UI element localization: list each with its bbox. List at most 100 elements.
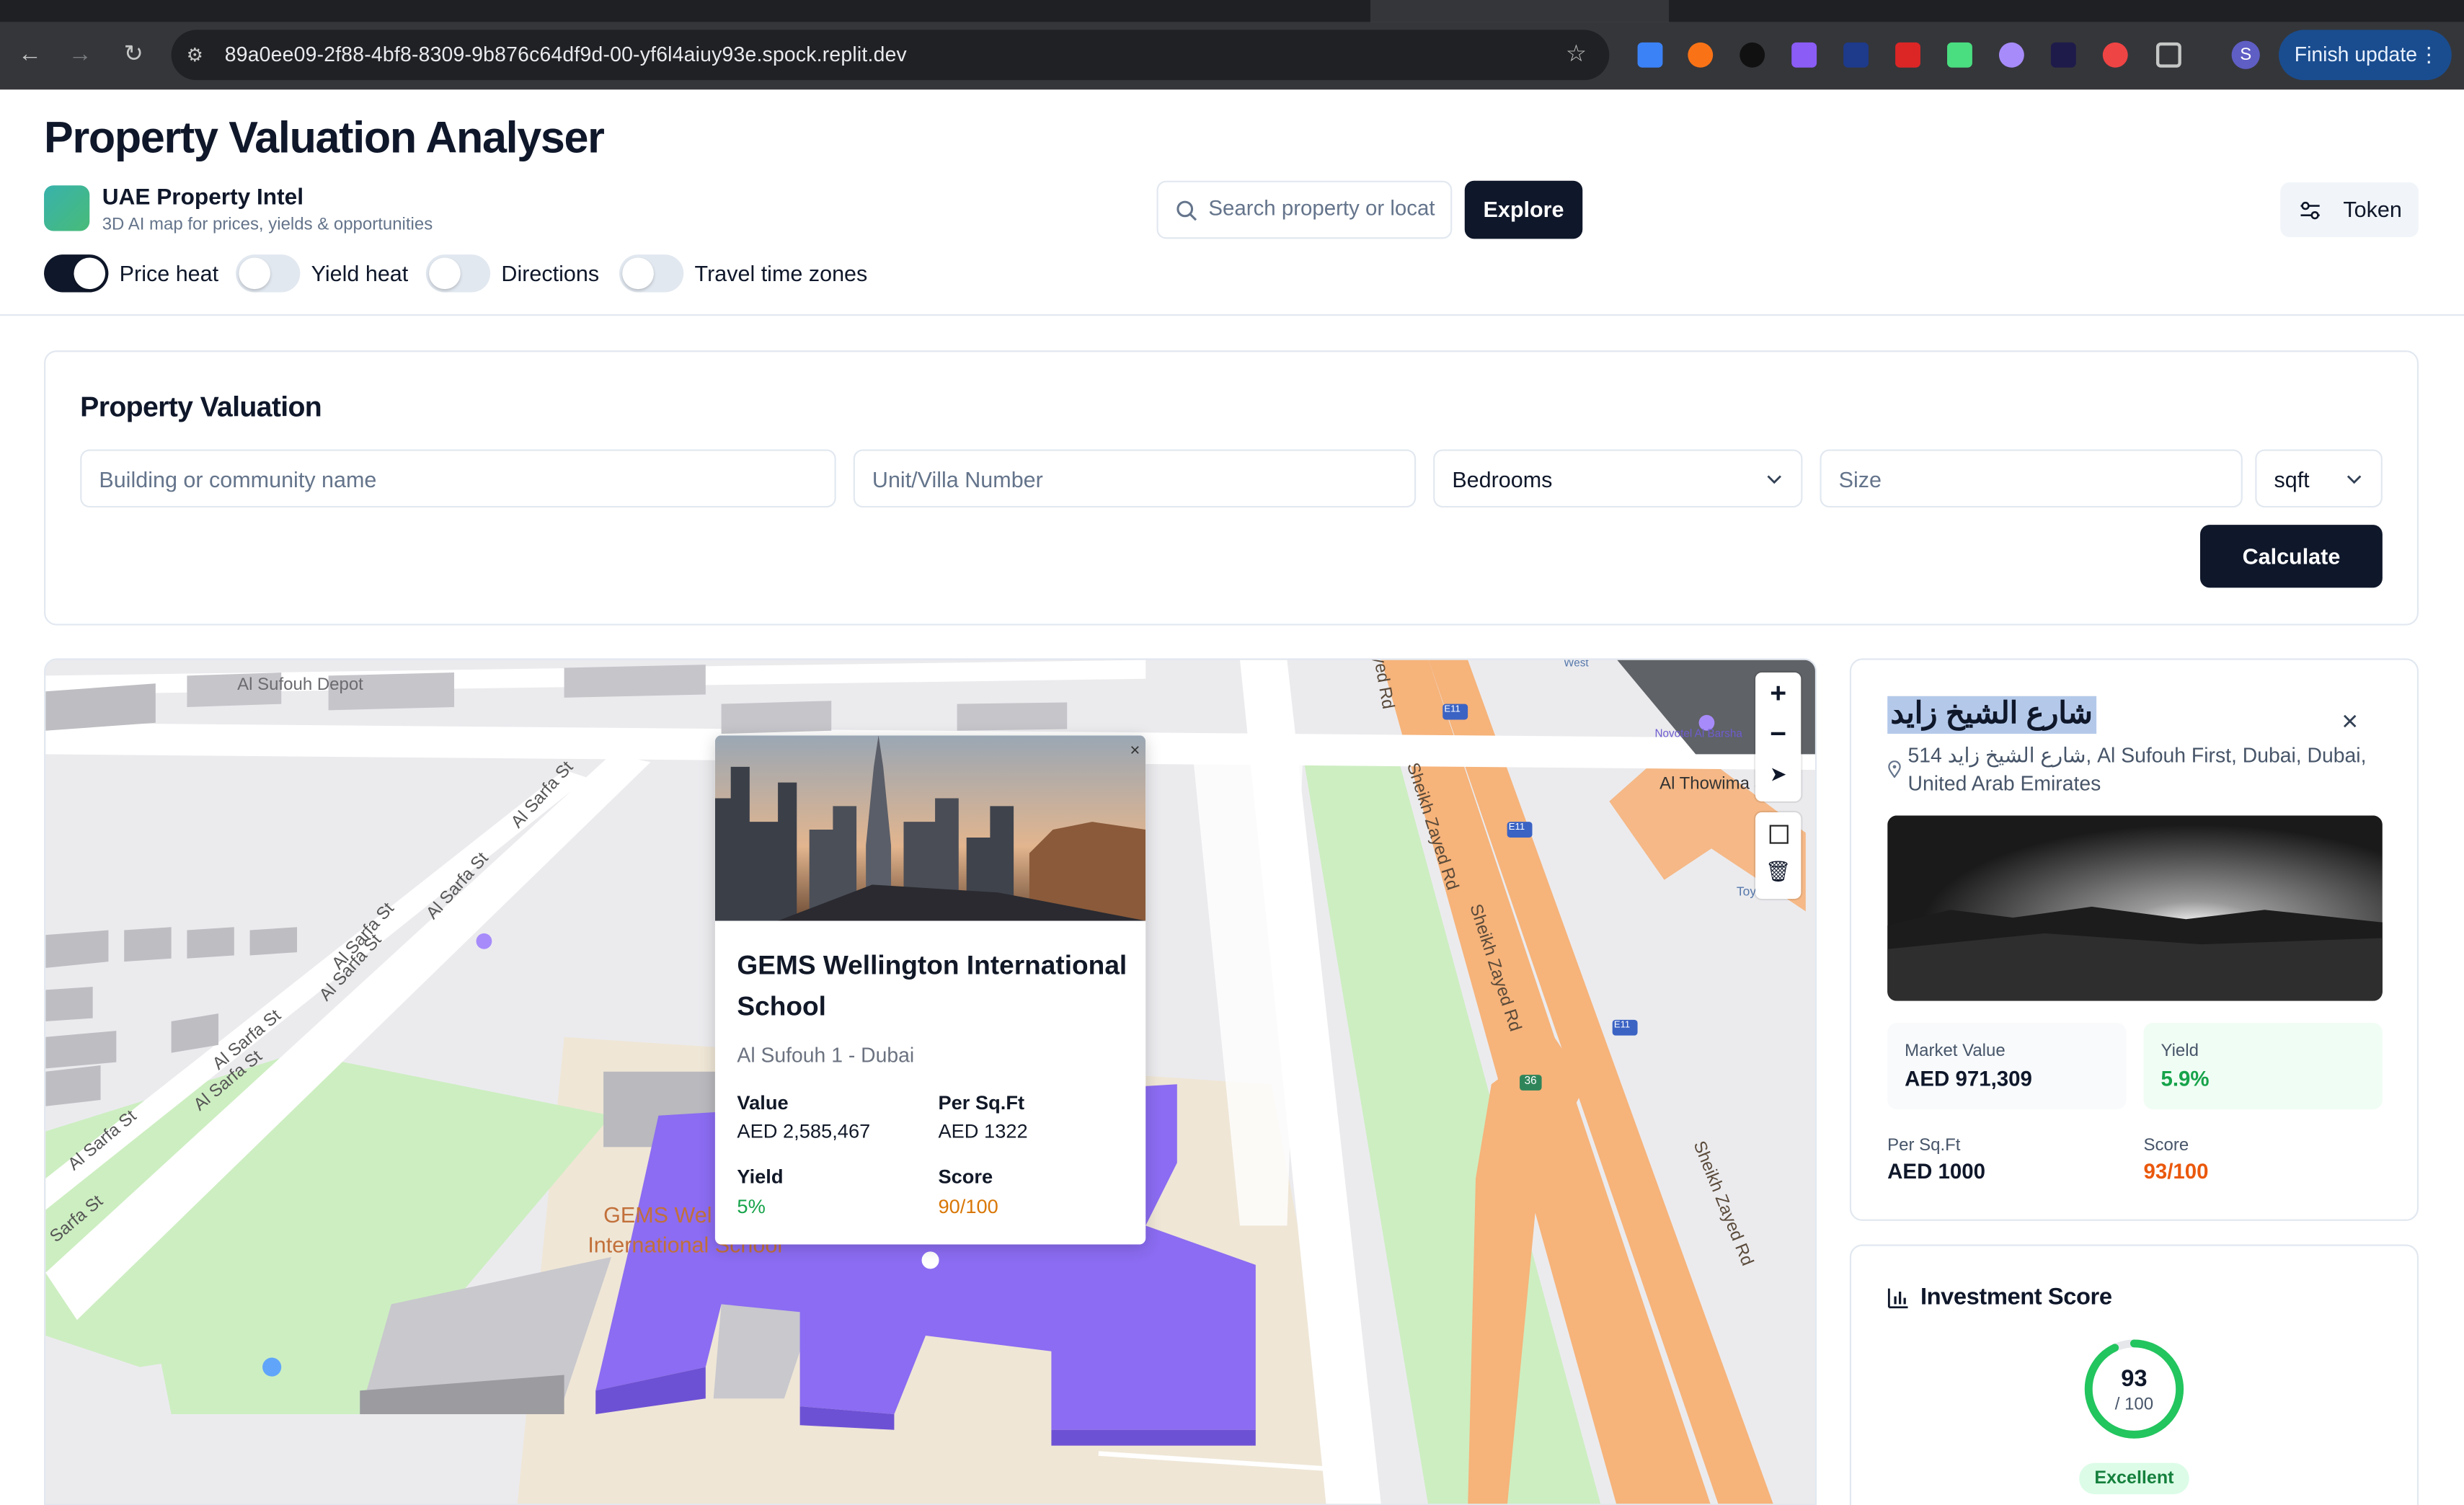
location-name: شارع الشيخ زايد <box>1887 696 2096 734</box>
reload-icon[interactable]: ↻ <box>121 42 146 68</box>
extensions-puzzle-icon[interactable] <box>2155 42 2181 68</box>
map-label: E11 <box>1508 823 1525 833</box>
bar-chart-icon <box>1887 1288 1908 1309</box>
popup-title: GEMS Wellington International School <box>737 950 1127 1021</box>
finish-update-label: Finish update <box>2294 42 2417 66</box>
zoom-out-icon[interactable]: − <box>1755 718 1801 751</box>
zoom-controls: + − ➤ <box>1755 672 1802 802</box>
map-label: E11 <box>1613 1021 1631 1031</box>
market-value: AED 971,309 <box>1905 1067 2032 1091</box>
back-icon[interactable]: ← <box>17 42 43 68</box>
location-address: 514 شارع الشيخ زايد, Al Sufouh First, Du… <box>1907 743 2367 796</box>
pin-icon <box>1888 760 1901 778</box>
map-label: Al Sufouh Depot <box>237 675 363 695</box>
toggle-label-directions: Directions <box>501 260 600 286</box>
url-text[interactable]: 89a0ee09-2f88-4bf8-8309-9b876c64df9d-00-… <box>225 43 907 66</box>
popup-persqft-label: Per Sq.Ft <box>938 1092 1025 1114</box>
search-input[interactable] <box>1208 196 1445 221</box>
header-divider <box>0 314 2464 316</box>
location-photo <box>1887 815 2383 1001</box>
browser-tab[interactable] <box>440 0 754 22</box>
bedrooms-select[interactable]: Bedrooms <box>1433 449 1803 508</box>
toggle-price-heat[interactable] <box>44 254 109 293</box>
extension-icon[interactable] <box>1637 42 1663 68</box>
unit-input[interactable] <box>872 466 1376 492</box>
popup-persqft: AED 1322 <box>938 1120 1028 1142</box>
extension-icon[interactable] <box>1895 42 1920 68</box>
unit-select[interactable]: sqft <box>2255 449 2383 508</box>
size-field <box>1820 449 2243 508</box>
forward-icon[interactable]: → <box>68 42 93 68</box>
rating-badge: Excellent <box>2079 1462 2189 1495</box>
building-field <box>80 449 836 508</box>
toggle-travel-time-zones[interactable] <box>619 254 684 293</box>
extension-icon[interactable] <box>1740 42 1765 68</box>
size-input[interactable] <box>1838 466 2217 492</box>
zoom-in-icon[interactable]: + <box>1755 678 1801 711</box>
bedrooms-value: Bedrooms <box>1452 466 1553 492</box>
draw-polygon-icon[interactable] <box>1769 825 1789 844</box>
score-value: 93/100 <box>2143 1159 2209 1184</box>
score-label: Score <box>2143 1136 2189 1155</box>
popup-yield: 5% <box>737 1195 766 1218</box>
token-button[interactable]: Token <box>2280 182 2419 238</box>
extension-icon[interactable] <box>1843 42 1869 68</box>
popup-value-label: Value <box>737 1092 789 1114</box>
popup-photo <box>714 735 1146 921</box>
popup-yield-label: Yield <box>737 1166 784 1189</box>
map-label: Novotel Al Barsha <box>1654 729 1742 740</box>
popup-location: Al Sufouh 1 - Dubai <box>737 1043 915 1067</box>
calculate-button[interactable]: Calculate <box>2200 525 2383 588</box>
map-label: West <box>1564 658 1589 670</box>
site-info-icon[interactable]: ⚙ <box>182 43 208 68</box>
extension-icon[interactable] <box>1688 42 1714 68</box>
persqft-label: Per Sq.Ft <box>1887 1136 1961 1155</box>
building-input[interactable] <box>99 466 777 492</box>
map-label: Al Thowima S <box>1659 774 1766 794</box>
extension-icon[interactable] <box>1791 42 1817 68</box>
toggle-knob <box>429 257 461 290</box>
close-icon[interactable]: × <box>2341 706 2358 739</box>
search-icon <box>1176 200 1197 221</box>
extension-icon[interactable] <box>2050 42 2076 68</box>
map-label: GEMS Wel <box>603 1202 712 1227</box>
search-box <box>1156 180 1453 239</box>
profile-avatar[interactable]: S <box>2231 40 2260 69</box>
toggle-label-travel-time-zones: Travel time zones <box>694 260 868 286</box>
toggle-knob <box>622 257 654 290</box>
draw-controls: 🗑 <box>1755 812 1802 899</box>
bookmark-star-icon[interactable]: ☆ <box>1564 42 1589 68</box>
extension-icon[interactable] <box>2102 42 2128 68</box>
chevron-down-icon <box>1767 475 1781 484</box>
popup-score: 90/100 <box>938 1195 998 1218</box>
browser-tab-active[interactable] <box>1370 0 1670 22</box>
yield-box: Yield 5.9% <box>2143 1023 2383 1110</box>
chevron-down-icon <box>2346 475 2362 484</box>
map-label: E11 <box>1444 705 1461 715</box>
toggle-label-yield-heat: Yield heat <box>311 260 409 286</box>
unit-field <box>853 449 1417 508</box>
brand-subtitle: 3D AI map for prices, yields & opportuni… <box>102 215 433 234</box>
valuation-heading: Property Valuation <box>80 391 322 423</box>
compass-icon[interactable]: ➤ <box>1755 762 1801 787</box>
trash-icon[interactable]: 🗑 <box>1755 859 1801 884</box>
browser-tab-strip <box>0 0 2464 22</box>
toggle-directions[interactable] <box>425 254 491 293</box>
market-value-label: Market Value <box>1905 1042 2006 1061</box>
toggle-knob <box>74 257 106 290</box>
investment-heading: Investment Score <box>1920 1284 2112 1311</box>
brand-name: UAE Property Intel <box>102 185 303 211</box>
finish-update-button[interactable]: Finish update ⋮ <box>2279 30 2452 81</box>
market-value-box: Market Value AED 971,309 <box>1887 1023 2127 1110</box>
map-label: Toy <box>1736 884 1757 899</box>
popup-close-button[interactable]: × <box>1130 742 1140 760</box>
extension-icon[interactable] <box>1947 42 1972 68</box>
extension-icon[interactable] <box>1998 42 2024 68</box>
map-label: 36 <box>1524 1076 1537 1088</box>
persqft-value: AED 1000 <box>1887 1159 1985 1184</box>
browser-tab[interactable] <box>1068 0 1367 22</box>
browser-tab[interactable] <box>125 0 424 22</box>
toggle-yield-heat[interactable] <box>236 254 301 293</box>
explore-button[interactable]: Explore <box>1464 180 1583 239</box>
token-label: Token <box>2343 196 2402 222</box>
